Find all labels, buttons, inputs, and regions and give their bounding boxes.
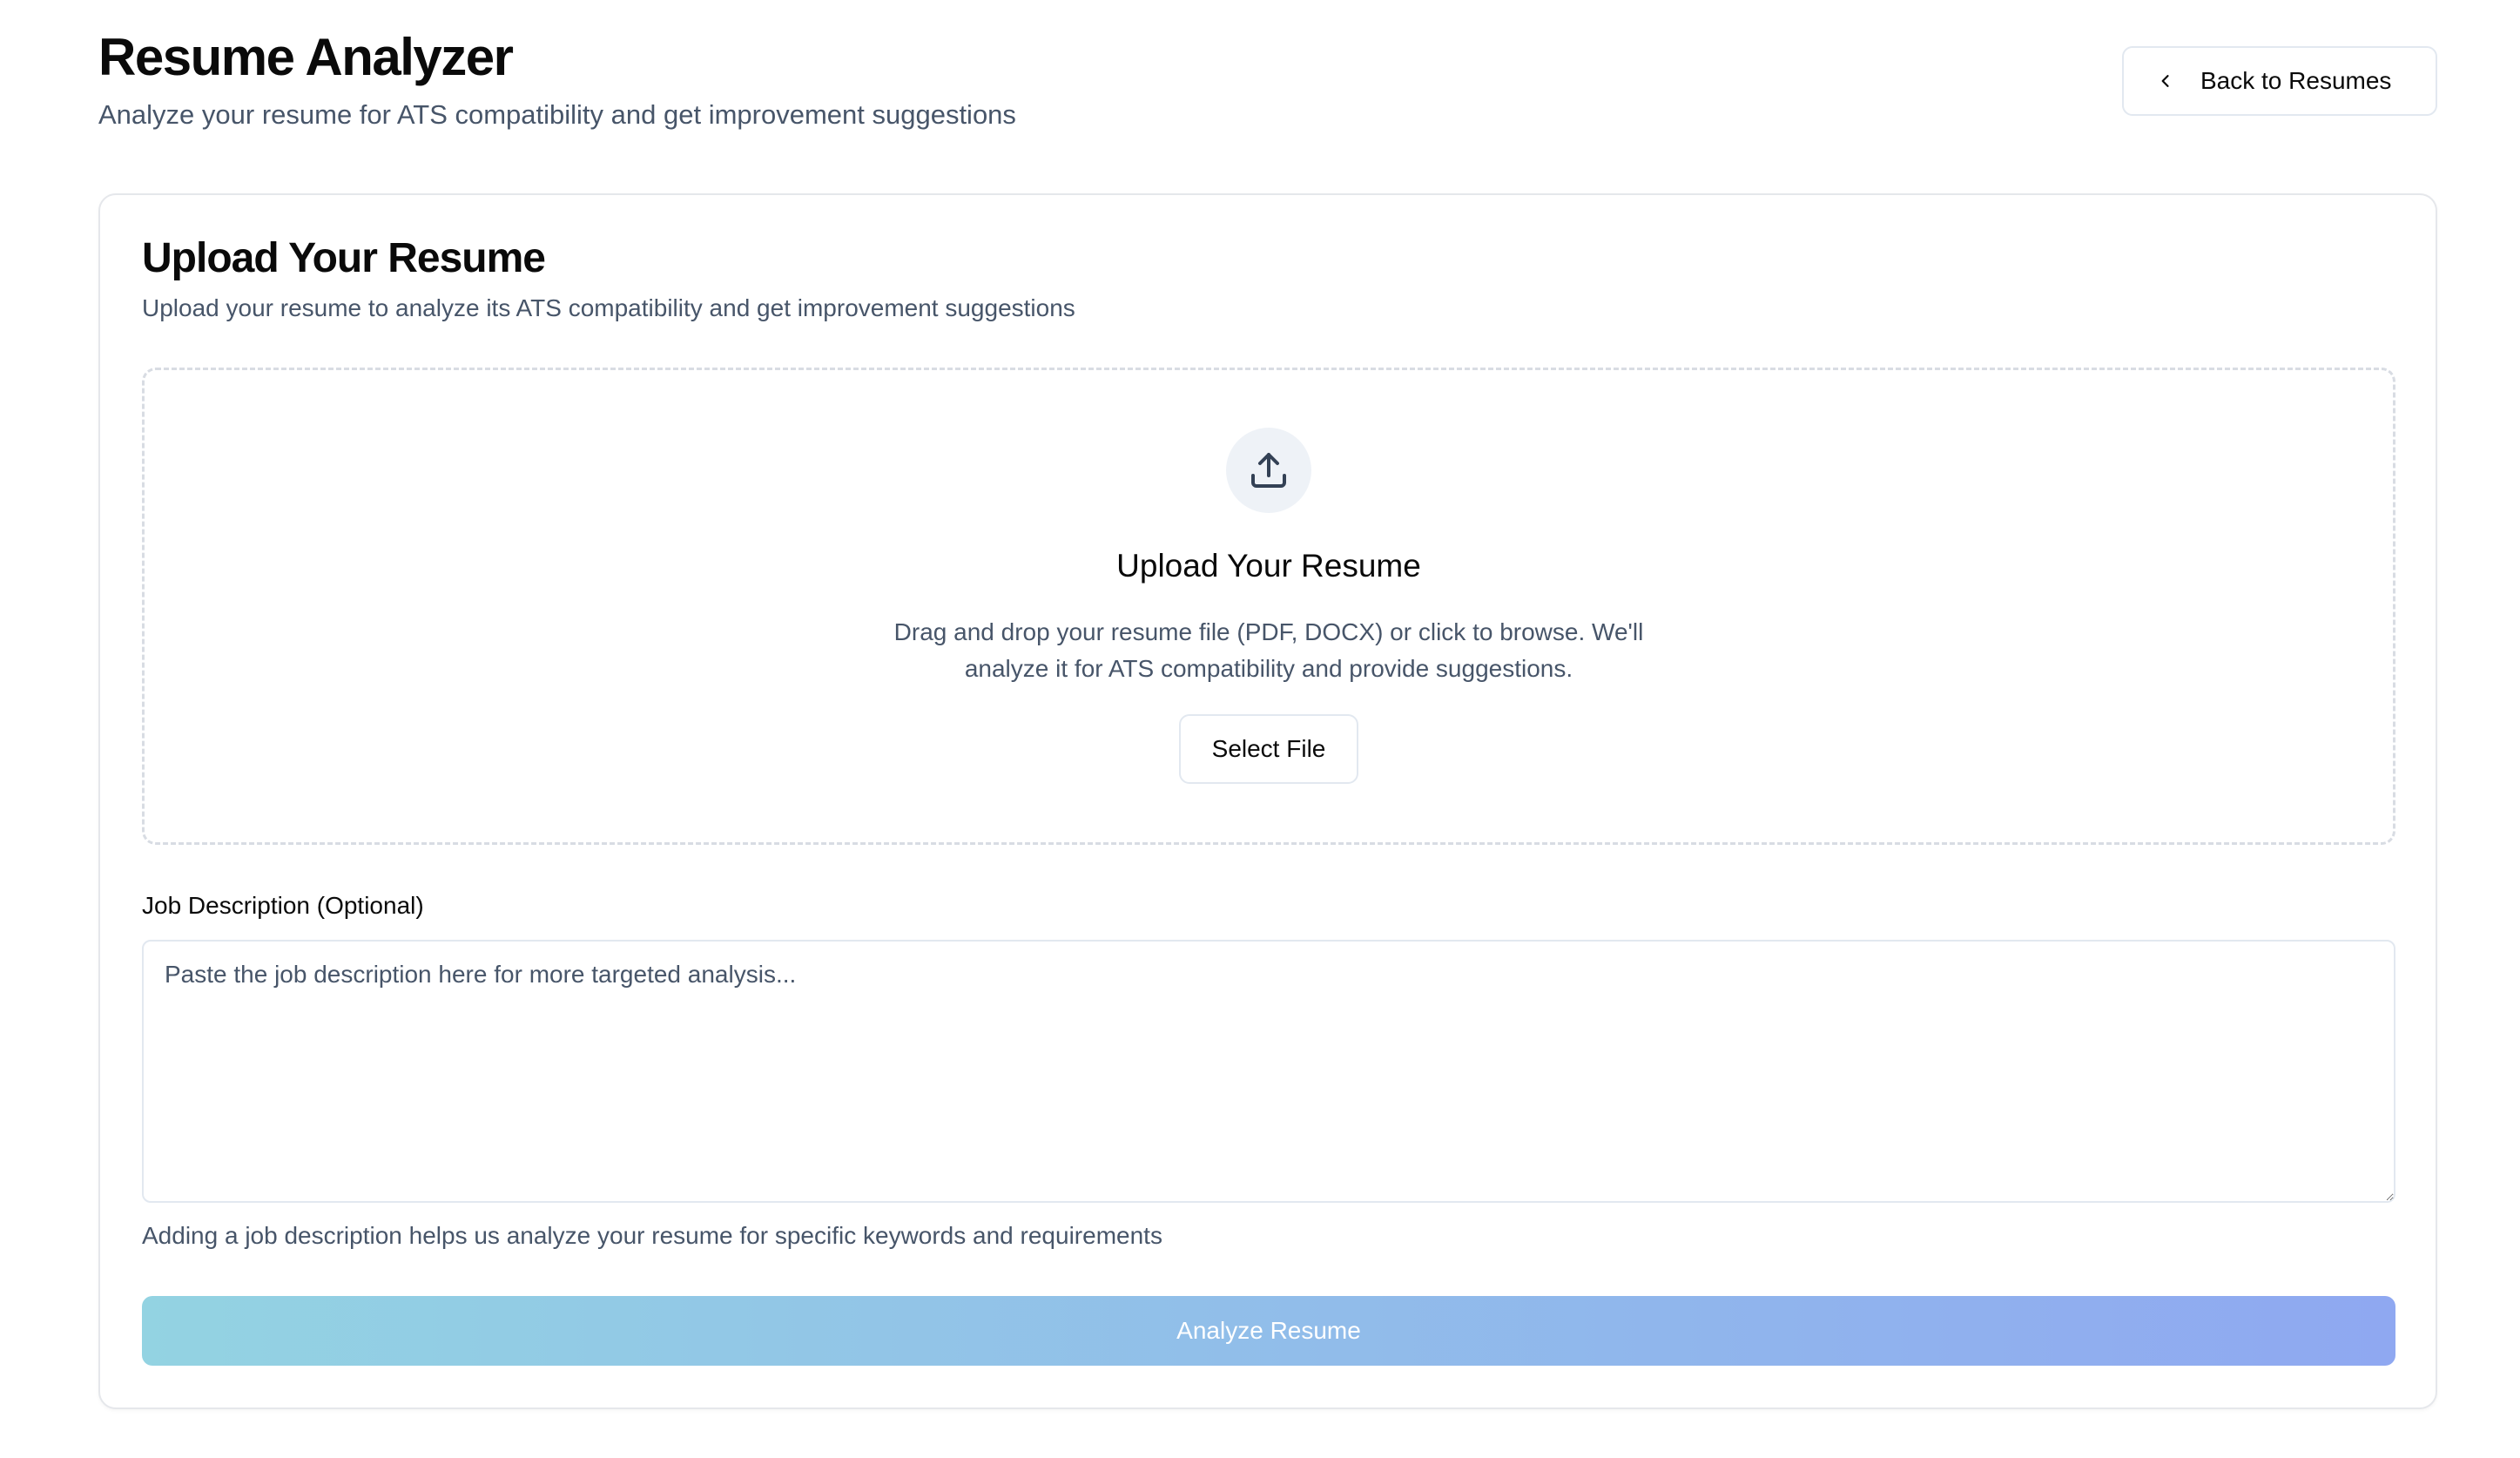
card-title: Upload Your Resume xyxy=(142,235,546,281)
upload-icon-circle xyxy=(1226,428,1311,513)
upload-icon xyxy=(1248,449,1290,491)
back-to-resumes-button[interactable]: Back to Resumes xyxy=(2122,46,2437,116)
back-button-label: Back to Resumes xyxy=(2200,67,2392,94)
job-description-label: Job Description (Optional) xyxy=(142,892,424,919)
dropzone-description: Drag and drop your resume file (PDF, DOC… xyxy=(893,618,1644,682)
resume-dropzone[interactable]: Upload Your Resume Drag and drop your re… xyxy=(142,368,2395,845)
upload-card: Upload Your Resume Upload your resume to… xyxy=(98,193,2437,1409)
page-subtitle: Analyze your resume for ATS compatibilit… xyxy=(98,99,1016,130)
chevron-left-icon xyxy=(2157,72,2174,90)
card-description: Upload your resume to analyze its ATS co… xyxy=(142,294,1075,321)
page-title: Resume Analyzer xyxy=(98,28,514,86)
job-description-hint: Adding a job description helps us analyz… xyxy=(142,1222,1162,1249)
page: Resume Analyzer Analyze your resume for … xyxy=(98,26,2437,1409)
dropzone-title: Upload Your Resume xyxy=(1116,548,1421,584)
page-header: Resume Analyzer Analyze your resume for … xyxy=(98,26,2437,139)
analyze-resume-button[interactable]: Analyze Resume xyxy=(142,1296,2395,1366)
job-description-textarea[interactable] xyxy=(142,940,2395,1203)
select-file-button[interactable]: Select File xyxy=(1179,714,1358,784)
